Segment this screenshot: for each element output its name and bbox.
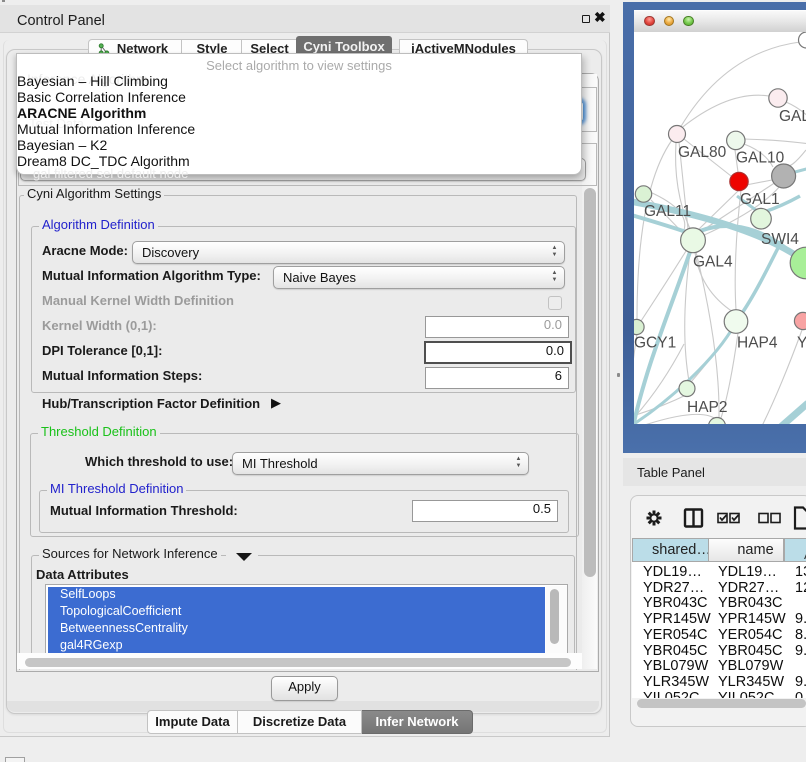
svg-text:GAL1: GAL1 xyxy=(740,191,780,208)
svg-text:GAL80: GAL80 xyxy=(678,144,727,161)
svg-text:GCY1: GCY1 xyxy=(634,335,676,352)
svg-text:GAL11: GAL11 xyxy=(644,203,691,220)
svg-text:GAL10: GAL10 xyxy=(736,150,785,167)
svg-text:HAP4: HAP4 xyxy=(737,335,778,352)
svg-text:HAP2: HAP2 xyxy=(687,399,728,416)
svg-text:GAL7: GAL7 xyxy=(779,108,806,125)
svg-text:GAL4: GAL4 xyxy=(693,254,733,271)
svg-text:Y: Y xyxy=(797,335,806,352)
svg-text:SWI4: SWI4 xyxy=(761,231,799,248)
